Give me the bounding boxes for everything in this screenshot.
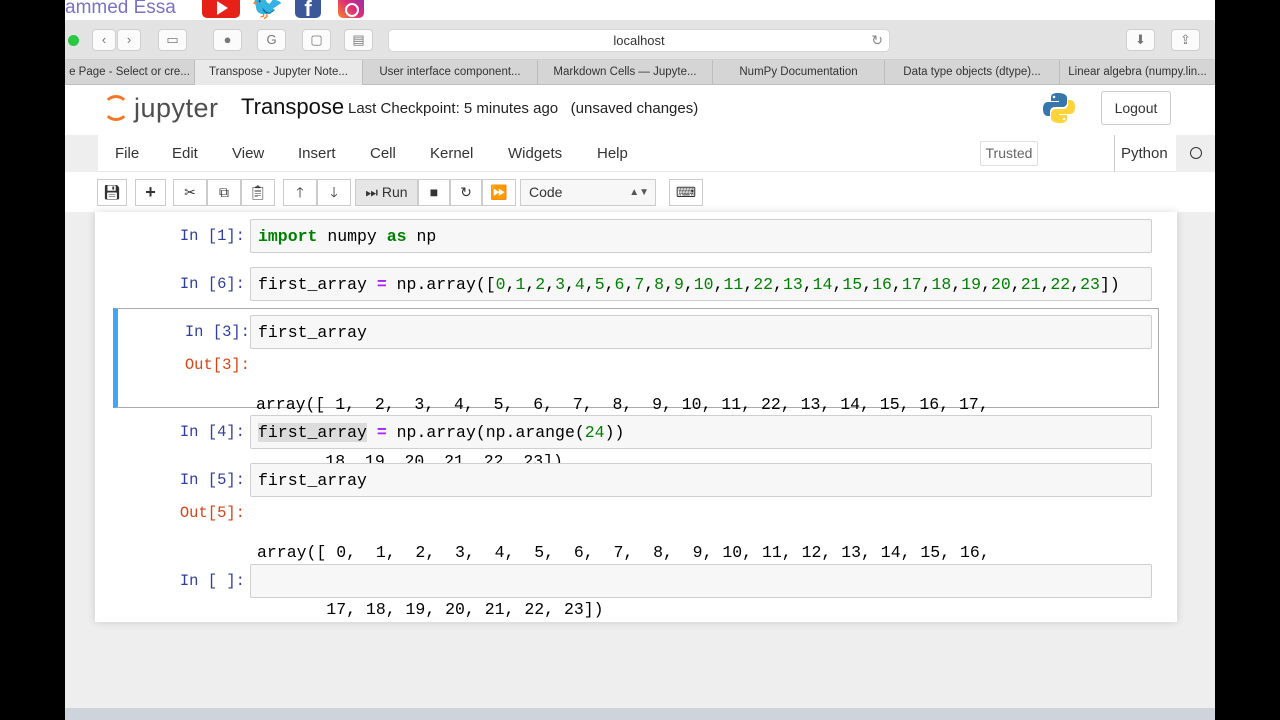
input-prompt: In [4]: — [179, 423, 245, 441]
code-cell[interactable]: In [6]: first_array = np.array([0,1,2,3,… — [95, 267, 1177, 301]
code-input[interactable]: first_array = np.array([0,1,2,3,4,5,6,7,… — [250, 267, 1152, 301]
browser-toolbar: ‹ › ▭ ● G ▢ ▤ localhost ↻ ⬇ ⇪ — [65, 20, 1215, 60]
notes-icon[interactable]: ▤ — [344, 29, 373, 51]
output-line: array([ 1, 2, 3, 4, 5, 6, 7, 8, 9, 10, 1… — [256, 395, 989, 414]
browser-tab[interactable]: User interface component... — [363, 60, 538, 85]
browser-tab[interactable]: NumPy Documentation — [713, 60, 885, 85]
channel-banner: ammed Essa 🐦 f — [65, 0, 1215, 21]
menu-insert[interactable]: Insert — [298, 145, 336, 162]
output-line: 17, 18, 19, 20, 21, 22, 23]) — [257, 600, 604, 619]
sidebar-icon[interactable]: ▭ — [158, 29, 187, 51]
output-prompt: Out[5]: — [179, 504, 245, 522]
input-prompt: In [3]: — [184, 323, 250, 341]
run-icon: ⏭ — [365, 184, 379, 200]
code-cell-selected[interactable]: In [3]: first_array Out[3]: array([ 1, 2… — [113, 308, 1159, 471]
checkpoint-text: Last Checkpoint: 5 minutes ago — [348, 100, 559, 117]
output-line: array([ 0, 1, 2, 3, 4, 5, 6, 7, 8, 9, 10… — [257, 543, 990, 562]
window-zoom-button[interactable] — [68, 35, 79, 46]
pocket-icon[interactable]: ▢ — [302, 29, 331, 51]
browser-tab[interactable]: e Page - Select or cre... — [65, 60, 195, 85]
code-input[interactable]: first_array — [250, 315, 1152, 349]
logout-button[interactable]: Logout — [1101, 91, 1171, 125]
address-bar[interactable]: localhost ↻ — [388, 29, 890, 52]
share-icon[interactable]: ⇪ — [1171, 29, 1200, 51]
menubar: File Edit View Insert Cell Kernel Widget… — [98, 135, 1202, 199]
code-input[interactable]: first_array = np.array(np.arange(24)) — [250, 415, 1152, 449]
save-icon[interactable]: 💾︎ — [97, 179, 127, 206]
run-label: Run — [381, 184, 408, 200]
keyboard-icon[interactable]: ⌨ — [669, 179, 703, 206]
code-text: first_array = np.array(np.arange(24)) — [258, 423, 625, 442]
menu-cell[interactable]: Cell — [370, 145, 396, 162]
input-prompt: In [ ]: — [179, 572, 245, 590]
move-up-icon[interactable]: 🡑 — [283, 179, 317, 206]
jupyter-header: jupyter Transpose Last Checkpoint: 5 min… — [65, 85, 1215, 135]
youtube-icon — [202, 0, 240, 18]
paste-icon[interactable]: 📋︎ — [241, 179, 275, 206]
cut-icon[interactable]: ✂ — [173, 179, 207, 206]
code-text: first_array = np.array([0,1,2,3,4,5,6,7,… — [258, 275, 1120, 294]
cell-type-value: Code — [529, 184, 563, 200]
notebook-toolbar: 💾︎ + ✂ ⧉ 📋︎ 🡑 🡓 ⏭ Run ■ ↻ ⏩ Code ▲▼ ⌨ — [65, 172, 1215, 212]
jupyter-logo-icon — [103, 95, 129, 121]
notebook-name[interactable]: Transpose — [241, 94, 344, 120]
menu-help[interactable]: Help — [597, 145, 628, 162]
extension-icon[interactable]: ● — [213, 29, 242, 51]
code-input[interactable]: import numpy as np — [250, 219, 1152, 253]
instagram-icon — [338, 0, 364, 18]
copy-icon[interactable]: ⧉ — [207, 179, 241, 206]
macos-dock — [65, 708, 1215, 720]
kernel-idle-icon — [1190, 147, 1202, 159]
code-cell[interactable]: In [5]: first_array Out[5]: array([ 0, 1… — [95, 463, 1177, 619]
twitter-icon: 🐦 — [251, 0, 284, 21]
insert-cell-icon[interactable]: + — [135, 179, 166, 206]
kernel-name: Python 3 — [1114, 135, 1176, 199]
browser-tabs: e Page - Select or cre... Transpose - Ju… — [65, 60, 1215, 85]
menu-kernel[interactable]: Kernel — [430, 145, 473, 162]
restart-icon[interactable]: ↻ — [450, 179, 482, 206]
back-button[interactable]: ‹ — [92, 29, 116, 51]
select-arrows-icon: ▲▼ — [629, 187, 649, 198]
url-text: localhost — [613, 33, 665, 48]
python-logo-icon — [1043, 93, 1075, 123]
unsaved-indicator: (unsaved changes) — [570, 100, 699, 117]
browser-tab-active[interactable]: Transpose - Jupyter Note... — [195, 60, 363, 85]
input-prompt: In [5]: — [179, 471, 245, 489]
input-prompt: In [1]: — [179, 227, 245, 245]
checkpoint-status: Last Checkpoint: 5 minutes ago (unsaved … — [348, 100, 698, 117]
reload-icon[interactable]: ↻ — [871, 30, 883, 51]
grammarly-icon[interactable]: G — [257, 29, 286, 51]
menu-file[interactable]: File — [115, 145, 139, 162]
run-button[interactable]: ⏭ Run — [355, 179, 418, 206]
input-prompt: In [6]: — [179, 275, 245, 293]
jupyter-logo-text: jupyter — [134, 93, 219, 123]
code-input[interactable]: first_array — [250, 463, 1152, 497]
menu-widgets[interactable]: Widgets — [508, 145, 562, 162]
code-cell[interactable]: In [4]: first_array = np.array(np.arange… — [95, 415, 1177, 449]
trusted-indicator[interactable]: Trusted — [980, 141, 1038, 166]
screen: ammed Essa 🐦 f ‹ › ▭ ● G ▢ ▤ localhost ↻… — [65, 0, 1215, 720]
output-prompt: Out[3]: — [184, 356, 250, 374]
restart-run-all-icon[interactable]: ⏩ — [482, 179, 516, 206]
channel-name: ammed Essa — [65, 0, 176, 18]
move-down-icon[interactable]: 🡓 — [317, 179, 351, 206]
menu-edit[interactable]: Edit — [172, 145, 198, 162]
menu-view[interactable]: View — [232, 145, 264, 162]
stop-icon[interactable]: ■ — [418, 179, 450, 206]
code-cell[interactable]: In [ ]: — [95, 564, 1177, 598]
facebook-icon: f — [295, 0, 321, 21]
notebook-container: In [1]: import numpy as np In [6]: first… — [95, 212, 1177, 622]
forward-button[interactable]: › — [117, 29, 141, 51]
cell-type-select[interactable]: Code ▲▼ — [520, 179, 656, 206]
code-cell[interactable]: In [1]: import numpy as np — [95, 219, 1177, 253]
code-text: first_array — [258, 323, 367, 342]
browser-tab[interactable]: Data type objects (dtype)... — [885, 60, 1060, 85]
browser-tab[interactable]: Linear algebra (numpy.lin... — [1060, 60, 1215, 85]
download-icon[interactable]: ⬇ — [1126, 29, 1155, 51]
browser-tab[interactable]: Markdown Cells — Jupyte... — [538, 60, 713, 85]
code-text: first_array — [258, 471, 367, 490]
code-input[interactable] — [250, 564, 1152, 598]
code-text: import numpy as np — [258, 227, 437, 246]
